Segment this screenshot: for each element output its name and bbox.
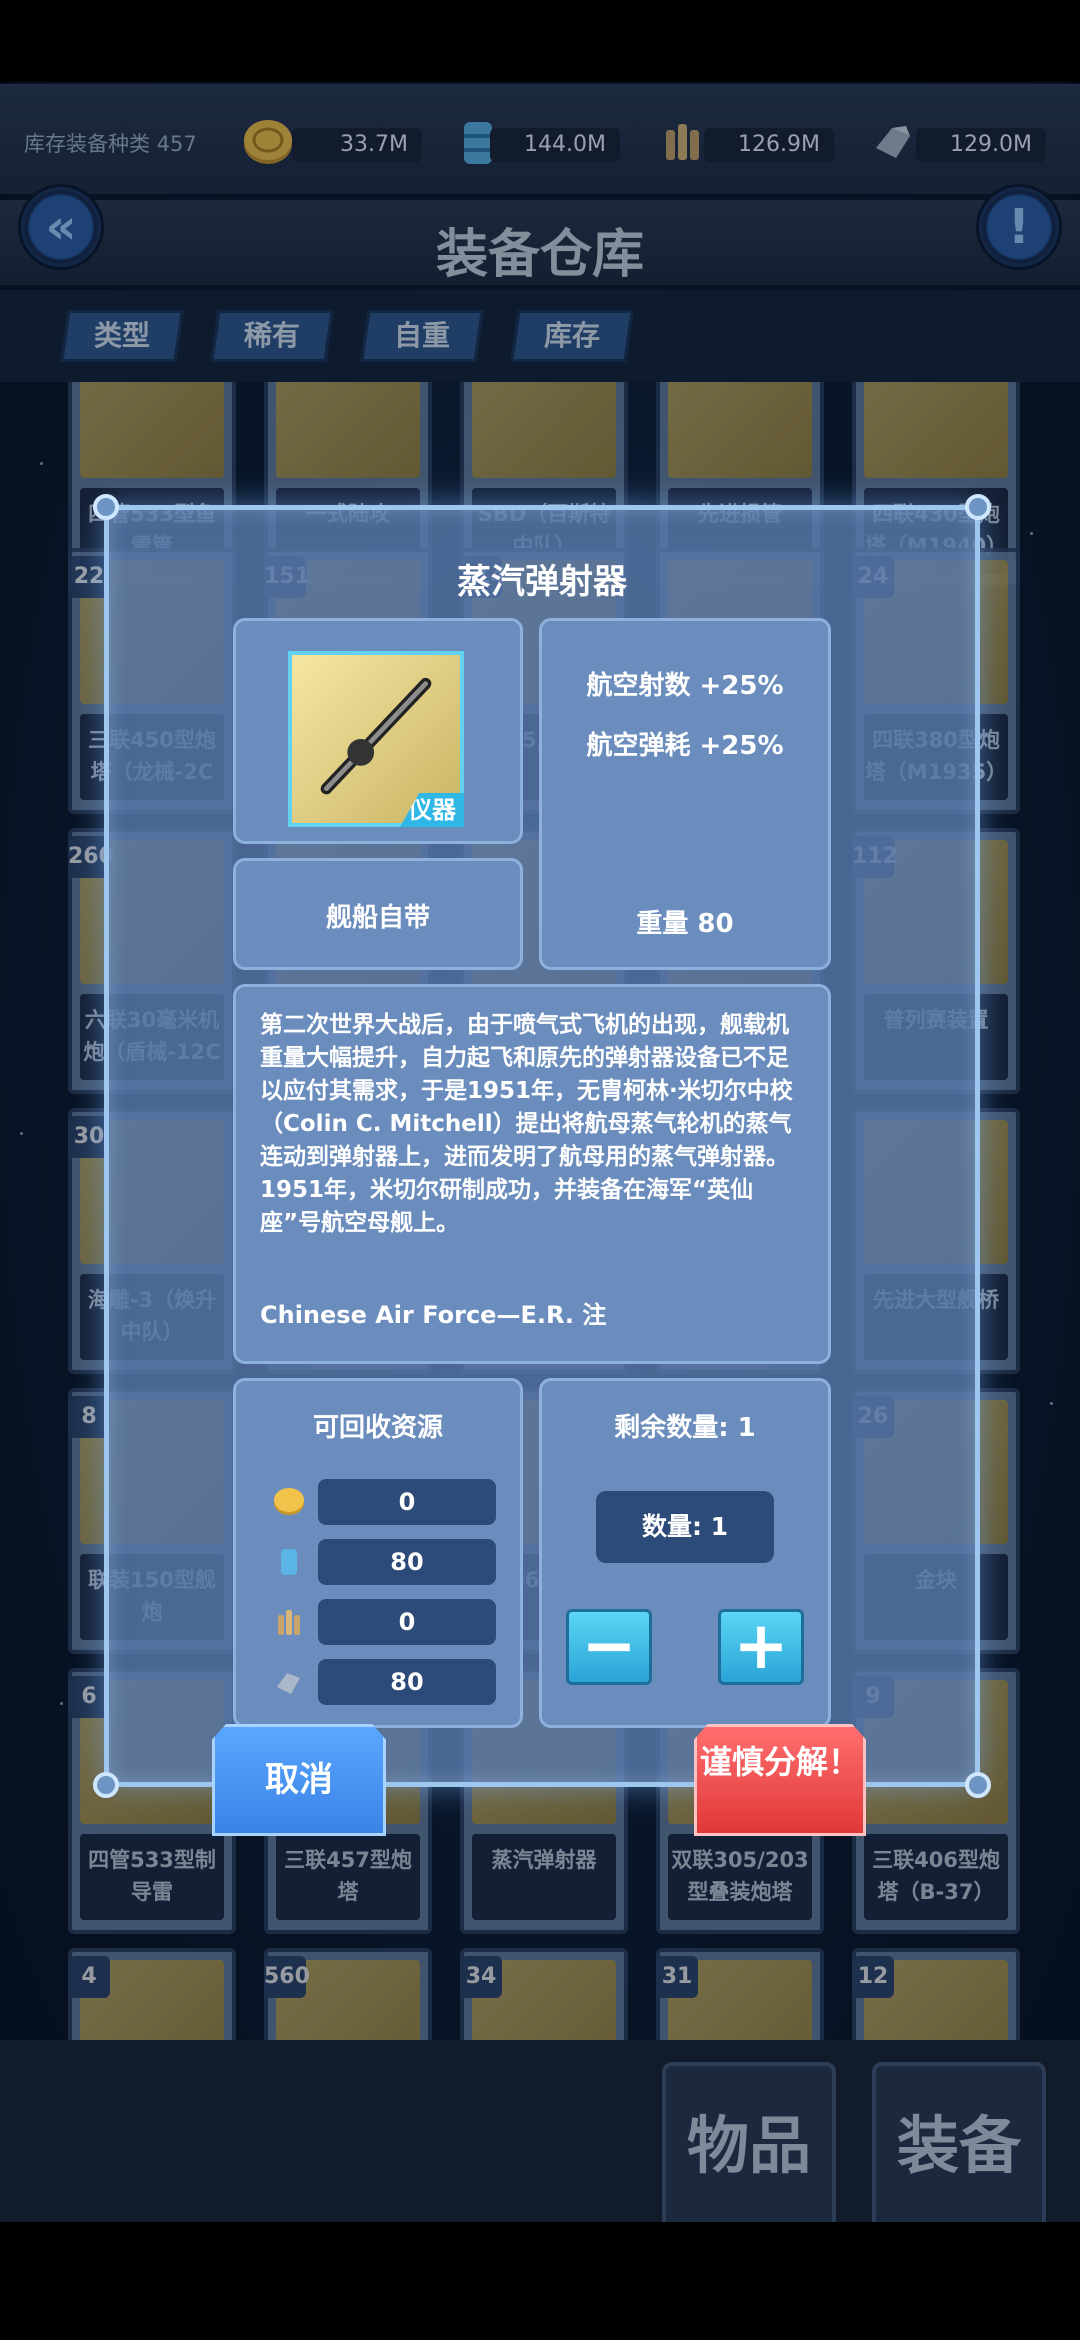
description-panel: 第二次世界大战后，由于喷气式飞机的出现，舰载机重量大幅提升，自力起飞和原先的弹射… — [233, 984, 831, 1364]
recycle-fuel-value: 80 — [318, 1539, 496, 1585]
weight-stat: 重量 80 — [636, 909, 734, 939]
fuel-barrel-icon — [281, 1549, 297, 1575]
stat-line: 航空射数 +25% — [586, 671, 784, 701]
source-text: 舰船自带 — [325, 903, 430, 933]
cancel-button[interactable]: 取消 — [212, 1724, 386, 1836]
aluminum-parts-icon — [277, 1673, 300, 1694]
source-panel: 舰船自带 — [233, 858, 523, 970]
stats-panel: 航空射数 +25% 航空弹耗 +25% 重量 80 — [539, 618, 831, 970]
recyclable-title: 可回收资源 — [312, 1413, 443, 1443]
navigation-bar-area — [0, 2222, 1080, 2340]
status-bar-area — [0, 0, 1080, 82]
recycle-aluminum-value: 80 — [318, 1659, 496, 1705]
frame-corner — [93, 1772, 119, 1798]
description-note: Chinese Air Force—E.R. 注 — [260, 1301, 607, 1329]
frame-corner — [965, 494, 991, 520]
recycle-gold-value: 0 — [318, 1479, 496, 1525]
recycle-row: 80 — [272, 1539, 502, 1585]
decrease-button[interactable]: − — [566, 1609, 652, 1685]
quantity-panel: 剩余数量: 1 数量: 1 − + — [539, 1378, 831, 1728]
frame-corner — [965, 1772, 991, 1798]
increase-button[interactable]: + — [718, 1609, 804, 1685]
gold-coin-icon — [274, 1488, 304, 1515]
recycle-row: 0 — [272, 1599, 502, 1645]
recycle-ammo-value: 0 — [318, 1599, 496, 1645]
item-description: 第二次世界大战后，由于喷气式飞机的出现，舰载机重量大幅提升，自力起飞和原先的弹射… — [260, 1012, 793, 1236]
recyclable-resources-panel: 可回收资源 0 80 0 80 — [233, 1378, 523, 1728]
item-image: 仪器 — [288, 651, 464, 827]
remaining-count: 剩余数量: 1 — [614, 1413, 756, 1443]
quantity-display: 数量: 1 — [596, 1491, 774, 1563]
decompose-button[interactable]: 谨慎分解！ — [694, 1724, 866, 1836]
recycle-row: 0 — [272, 1479, 502, 1525]
frame-corner — [93, 494, 119, 520]
item-image-panel: 仪器 — [233, 618, 523, 844]
dialog-title: 蒸汽弹射器 — [457, 562, 627, 602]
stat-line: 航空弹耗 +25% — [586, 731, 784, 761]
equipment-detail-dialog: 蒸汽弹射器 仪器 航空射数 +25% 航空弹耗 +25% 重量 80 舰船自带 … — [93, 494, 991, 1798]
ammo-shells-icon — [278, 1610, 300, 1635]
recycle-row: 80 — [272, 1659, 502, 1705]
